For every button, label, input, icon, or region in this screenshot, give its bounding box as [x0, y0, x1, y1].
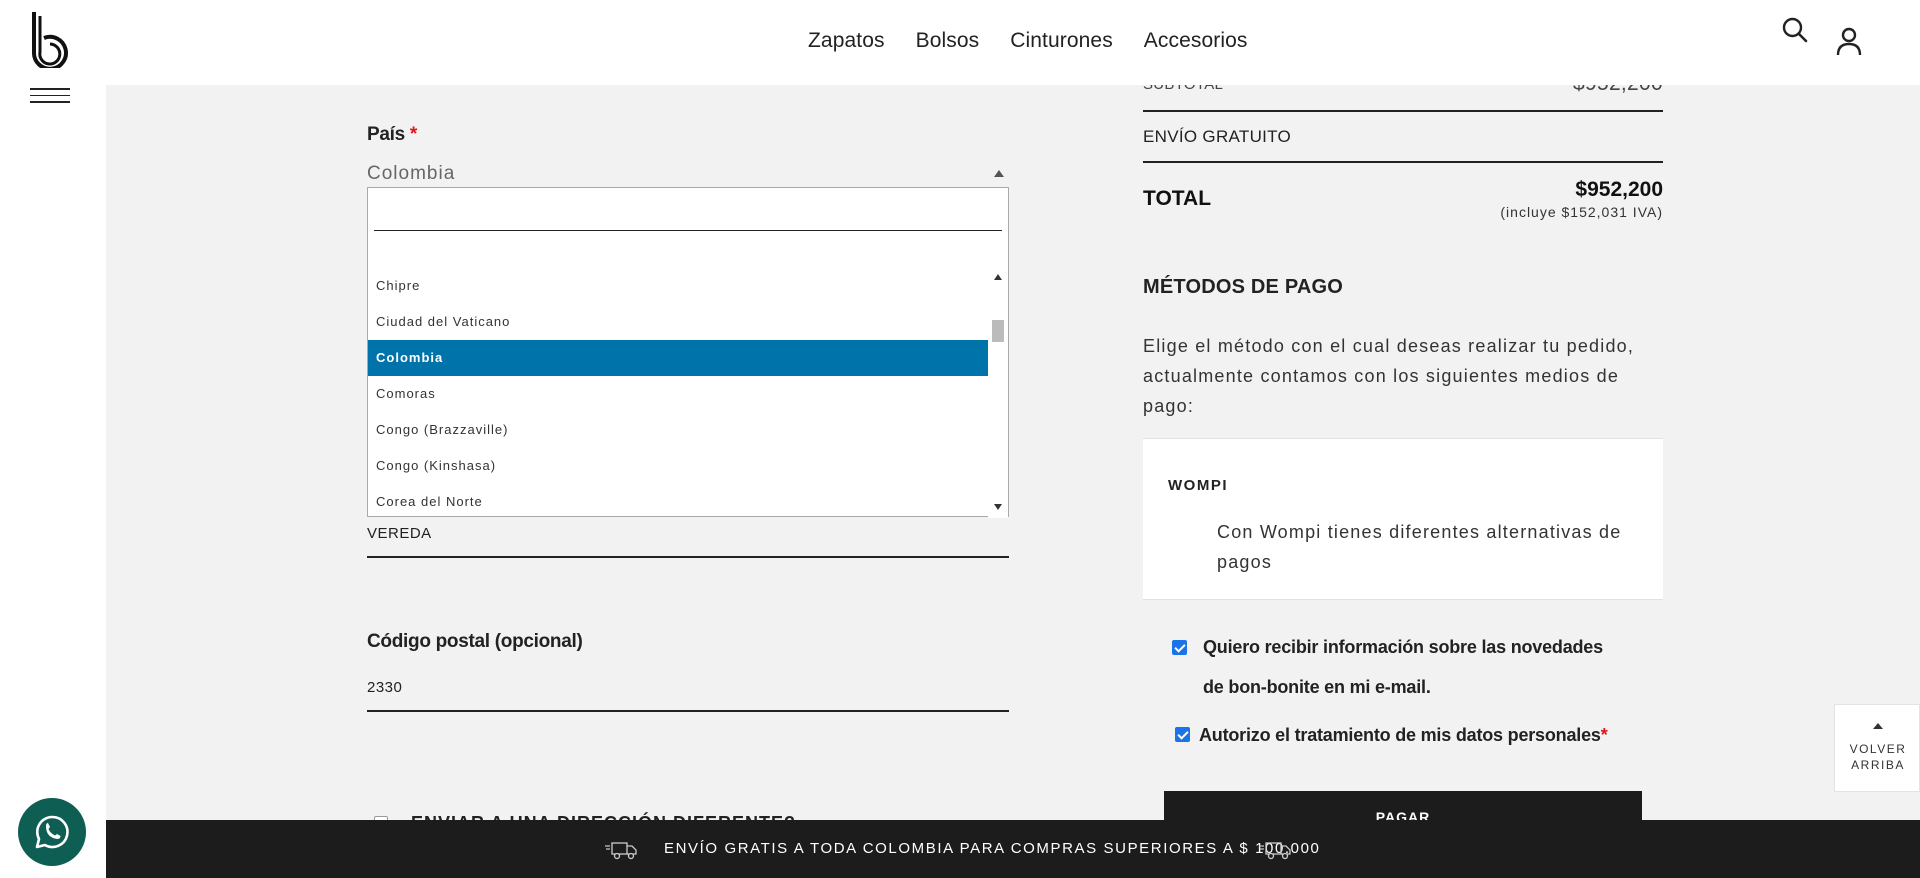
site-header: Zapatos Bolsos Cinturones Accesorios	[0, 0, 1920, 85]
country-option[interactable]: Congo (Brazzaville)	[368, 412, 988, 448]
back-to-top-label: VOLVER ARRIBA	[1849, 742, 1907, 772]
payment-methods-description: Elige el método con el cual deseas reali…	[1143, 336, 1635, 416]
country-option[interactable]: Comoras	[368, 376, 988, 412]
arrow-up-icon	[1873, 723, 1883, 729]
shipping-label: ENVÍO GRATUITO	[1143, 127, 1292, 146]
delivery-truck-icon	[605, 842, 637, 860]
total-label: TOTAL	[1143, 187, 1212, 210]
newsletter-checkbox[interactable]	[1172, 640, 1187, 655]
postal-code-input[interactable]: 2330	[367, 679, 402, 696]
select-caret-up-icon[interactable]	[994, 170, 1004, 177]
payment-method-name: WOMPI	[1168, 477, 1228, 494]
back-to-top-button[interactable]: VOLVER ARRIBA	[1834, 704, 1920, 792]
country-option[interactable]: Ciudad del Vaticano	[368, 304, 988, 340]
country-option[interactable]: Chipre	[368, 268, 988, 304]
scroll-down-arrow-icon[interactable]	[994, 504, 1002, 510]
brand-logo[interactable]	[30, 10, 72, 68]
whatsapp-button[interactable]	[18, 798, 86, 866]
left-rail	[0, 0, 106, 878]
newsletter-label: Quiero recibir información sobre las nov…	[1203, 637, 1603, 697]
dropdown-scrollbar[interactable]	[988, 268, 1008, 518]
payment-methods-title: MÉTODOS DE PAGO	[1143, 276, 1344, 298]
menu-hamburger-icon[interactable]	[30, 88, 70, 104]
country-option-selected[interactable]: Colombia	[368, 340, 988, 376]
nav-item-zapatos[interactable]: Zapatos	[808, 29, 885, 53]
scroll-up-arrow-icon[interactable]	[994, 274, 1002, 280]
divider	[1143, 110, 1663, 112]
scroll-thumb[interactable]	[992, 320, 1004, 342]
address-field-underline	[367, 556, 1009, 558]
whatsapp-icon	[35, 815, 69, 849]
privacy-label: Autorizo el tratamiento de mis datos per…	[1199, 725, 1608, 745]
free-shipping-banner: ENVÍO GRATIS A TODA COLOMBIA PARA COMPRA…	[106, 820, 1920, 878]
country-search-input[interactable]	[374, 200, 1002, 231]
address-field-value[interactable]: VEREDA	[367, 525, 432, 542]
postal-code-underline	[367, 710, 1009, 712]
country-label: País *	[367, 124, 417, 145]
country-select[interactable]: Colombia	[367, 163, 1009, 189]
search-icon[interactable]	[1781, 16, 1809, 44]
payment-method-wompi[interactable]: WOMPI Con Wompi tienes diferentes altern…	[1143, 438, 1663, 600]
delivery-truck-icon	[1259, 842, 1291, 860]
user-account-icon[interactable]	[1835, 26, 1863, 56]
payment-method-description: Con Wompi tienes diferentes alternativas…	[1217, 522, 1622, 572]
country-option[interactable]: Corea del Norte	[368, 484, 988, 518]
privacy-checkbox[interactable]	[1175, 727, 1190, 742]
nav-item-bolsos[interactable]: Bolsos	[916, 29, 980, 53]
total-value: $952,200	[1575, 178, 1663, 201]
nav-item-cinturones[interactable]: Cinturones	[1010, 29, 1113, 53]
tax-note: (incluye $152,031 IVA)	[1500, 204, 1663, 220]
country-dropdown: Chipre Ciudad del Vaticano Colombia Como…	[367, 187, 1009, 518]
country-option[interactable]: Congo (Kinshasa)	[368, 448, 988, 484]
country-options-list: Chipre Ciudad del Vaticano Colombia Como…	[368, 268, 988, 518]
banner-text: ENVÍO GRATIS A TODA COLOMBIA PARA COMPRA…	[664, 840, 1321, 857]
nav-item-accesorios[interactable]: Accesorios	[1144, 29, 1248, 53]
main-nav: Zapatos Bolsos Cinturones Accesorios	[808, 29, 1248, 53]
postal-code-label: Código postal (opcional)	[367, 631, 583, 652]
divider	[1143, 161, 1663, 163]
